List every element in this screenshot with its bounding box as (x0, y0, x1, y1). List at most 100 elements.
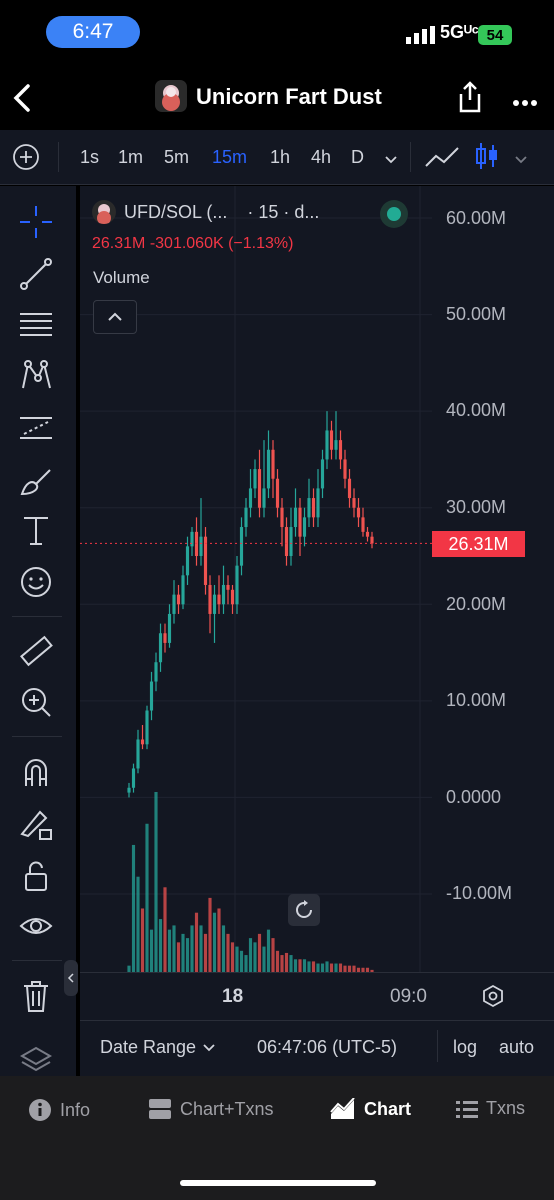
price-axis-label: 50.00M (446, 304, 507, 324)
price-axis-label: 60.00M (446, 208, 507, 228)
candle-body (199, 536, 203, 556)
candle-body (244, 507, 248, 528)
lock-drawing-icon[interactable] (16, 804, 56, 844)
volume-bar (325, 961, 329, 972)
divider (12, 736, 62, 737)
candle-body (280, 507, 284, 528)
tab-label: Chart+Txns (180, 1098, 274, 1119)
volume-bar (329, 963, 334, 972)
fib-retracement-icon[interactable] (16, 304, 56, 344)
candles-icon[interactable] (474, 140, 500, 177)
volume-bar (167, 929, 172, 972)
chart-settings-icon[interactable] (480, 983, 506, 1014)
price-axis-label: 10.00M (446, 690, 507, 710)
volume-bar (266, 929, 271, 972)
collapse-legend-button[interactable] (93, 300, 137, 334)
candle-body (176, 594, 181, 605)
volume-bar (145, 823, 149, 972)
tab-txns[interactable]: Txns (456, 1098, 525, 1119)
divider (410, 142, 411, 172)
candle-body (356, 507, 361, 518)
timeframe-15m[interactable]: 15m (212, 147, 247, 168)
trash-icon[interactable] (16, 976, 56, 1016)
candle-body (217, 594, 221, 605)
layers-icon[interactable] (16, 1040, 56, 1080)
candle-body (275, 478, 280, 508)
price-axis-label: 30.00M (446, 497, 507, 517)
page-title: Unicorn Fart Dust (196, 84, 382, 109)
chevron-down-icon[interactable] (384, 152, 398, 170)
timeframe-5m[interactable]: 5m (164, 147, 189, 168)
tab-info[interactable]: Info (28, 1098, 90, 1122)
share-icon[interactable] (456, 80, 484, 119)
volume-bar (244, 955, 248, 972)
reset-chart-button[interactable] (288, 894, 320, 926)
list-icon (456, 1100, 478, 1118)
date-range-button[interactable]: Date Range (100, 1037, 216, 1058)
candle-body (289, 527, 293, 556)
volume-bar (298, 959, 302, 972)
status-time: 6:47 (46, 16, 140, 48)
candle-body (194, 531, 199, 556)
divider (12, 616, 62, 617)
volume-bar (338, 963, 343, 972)
emoji-icon[interactable] (16, 562, 56, 602)
timeframe-1h[interactable]: 1h (270, 147, 290, 168)
tab-label: Chart (364, 1098, 412, 1119)
line-chart-icon[interactable] (424, 144, 460, 175)
candle-body (208, 584, 212, 614)
trendline-icon[interactable] (16, 254, 56, 294)
collapse-toolbar-handle[interactable] (64, 960, 78, 996)
candle-body (338, 440, 343, 460)
volume-bar (248, 938, 253, 972)
volume-bar (203, 933, 208, 972)
volume-bar (257, 933, 262, 972)
price-axis-label: 40.00M (446, 400, 507, 420)
divider (58, 142, 59, 172)
prediction-icon[interactable] (16, 408, 56, 448)
crosshair-icon[interactable] (16, 202, 56, 242)
text-icon[interactable] (16, 510, 56, 550)
divider (80, 1020, 554, 1021)
volume-bar (158, 919, 163, 972)
candle-body (127, 787, 131, 793)
chart-txns-icon (149, 1099, 171, 1119)
auto-toggle[interactable]: auto (499, 1037, 534, 1058)
volume-bar (284, 952, 289, 972)
time-axis-label: 09:0 (390, 986, 427, 1007)
timeframe-D[interactable]: D (351, 147, 364, 168)
volume-bar (235, 946, 239, 972)
timeframe-4h[interactable]: 4h (311, 147, 331, 168)
timezone-clock[interactable]: 06:47:06 (UTC-5) (257, 1037, 397, 1058)
timeframe-1s[interactable]: 1s (80, 147, 99, 168)
timeframe-1m[interactable]: 1m (118, 147, 143, 168)
candle-body (311, 498, 316, 518)
magnet-icon[interactable] (16, 752, 56, 792)
brush-icon[interactable] (16, 460, 56, 500)
unlock-icon[interactable] (16, 856, 56, 896)
volume-bar (140, 908, 145, 972)
tab-chart-txns[interactable]: Chart+Txns (148, 1098, 274, 1120)
zoom-in-icon[interactable] (16, 682, 56, 722)
candle-body (145, 710, 149, 745)
symbol-logo (92, 200, 116, 224)
add-indicator-icon[interactable] (12, 143, 40, 176)
tab-chart[interactable]: Chart (330, 1098, 411, 1120)
chevron-down-icon[interactable] (514, 152, 528, 170)
ruler-icon[interactable] (16, 632, 56, 672)
candle-body (347, 478, 352, 499)
back-icon[interactable] (10, 82, 34, 119)
log-toggle[interactable]: log (453, 1037, 477, 1058)
pattern-icon[interactable] (16, 356, 56, 396)
eye-icon[interactable] (16, 906, 56, 946)
home-indicator (180, 1180, 376, 1186)
more-icon[interactable] (512, 94, 538, 112)
candle-body (239, 527, 244, 566)
volume-bar (154, 792, 158, 972)
date-range-label: Date Range (100, 1037, 197, 1057)
chevron-down-icon (203, 1043, 215, 1051)
legend-symbol[interactable]: UFD/SOL (... · 15 · d... (124, 202, 319, 223)
candle-body (190, 531, 194, 547)
candle-body (298, 507, 302, 537)
volume-bar (208, 897, 212, 972)
